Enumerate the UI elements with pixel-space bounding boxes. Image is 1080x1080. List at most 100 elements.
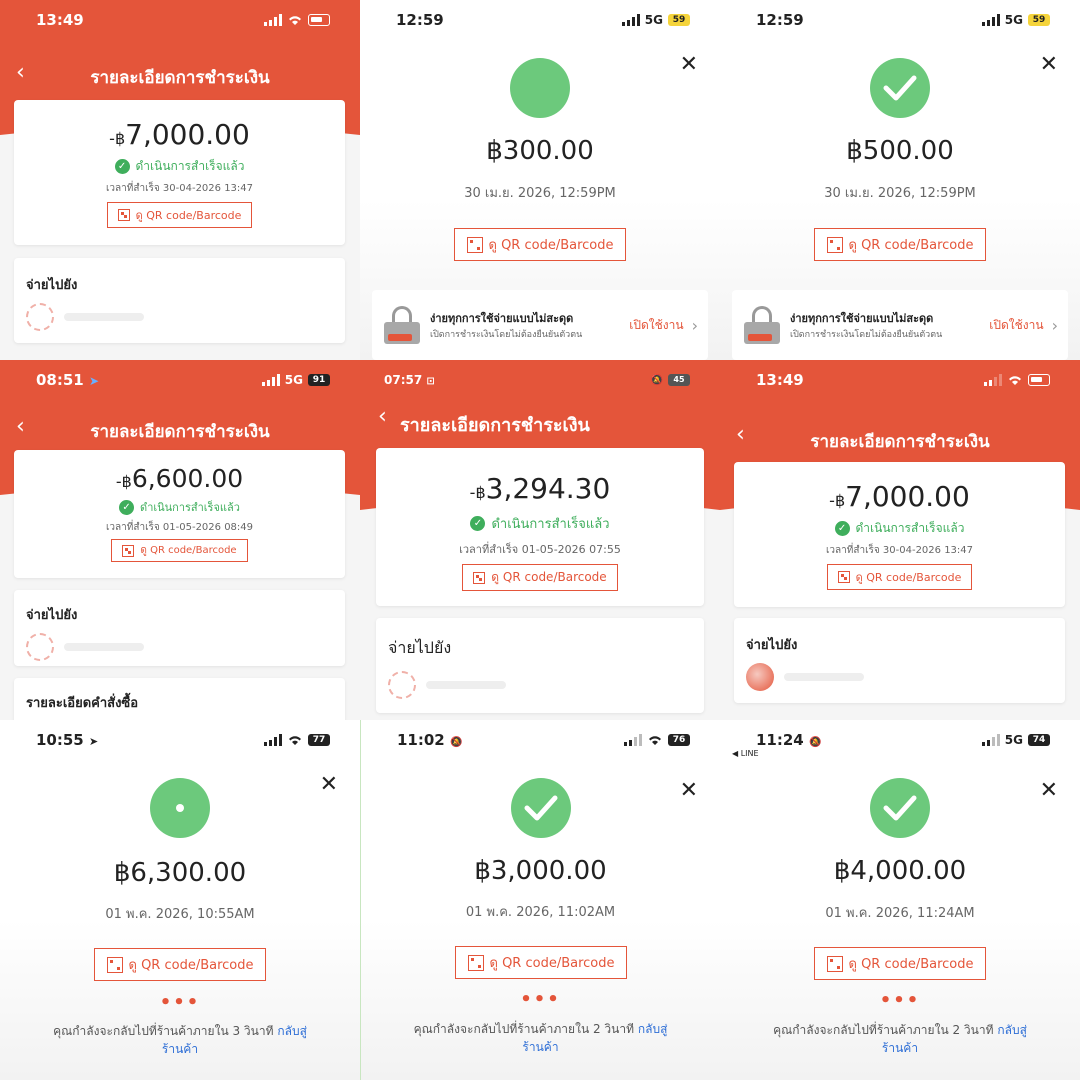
transaction-datetime: 01 พ.ค. 2026, 11:02AM: [465, 905, 616, 920]
view-qr-button[interactable]: ดู QR code/Barcode: [826, 564, 973, 590]
pay-to-card: จ่ายไปยัง: [376, 618, 704, 713]
completed-time: เวลาที่สำเร็จ 30-04-2026 13:47: [825, 545, 974, 556]
clock: 12:59: [756, 11, 804, 29]
status-bar: 08:51 ➤ 5G 91: [0, 360, 360, 400]
chevron-right-icon: ›: [1051, 315, 1058, 335]
battery-icon: 59: [668, 14, 690, 26]
close-icon[interactable]: ✕: [1040, 778, 1058, 803]
redirect-message: คุณกำลังจะกลับไปที่ร้านค้าภายใน 2 วินาที…: [773, 1023, 1027, 1055]
qr-code-icon: [826, 955, 843, 972]
amount: -฿7,000.00: [109, 118, 250, 151]
lock-icon: [382, 306, 422, 344]
back-to-line-link[interactable]: ◀ LINE: [732, 749, 759, 758]
promo-banner[interactable]: ง่ายทุกการใช้จ่ายแบบไม่สะดุด เปิดการชำระเ…: [372, 290, 708, 360]
close-icon[interactable]: ✕: [1040, 52, 1058, 77]
close-icon[interactable]: ✕: [680, 778, 698, 803]
page-title: รายละเอียดการชำระเงิน: [90, 422, 270, 442]
view-qr-button[interactable]: ดู QR code/Barcode: [106, 202, 253, 228]
success-check-icon: [870, 58, 930, 118]
order-details-label: รายละเอียดคำสั่งซื้อ: [26, 696, 139, 711]
amount-card: -฿3,294.30 ✓ ดำเนินการสำเร็จแล้ว เวลาที่ส…: [376, 448, 704, 606]
view-qr-button[interactable]: ดู QR code/Barcode: [94, 948, 266, 981]
clock: 10:55 ➤: [36, 731, 99, 749]
battery-icon: [308, 14, 330, 26]
amount: ฿6,300.00: [113, 858, 247, 888]
success-check-icon: [870, 778, 930, 838]
qr-code-icon: [826, 236, 843, 253]
success-check-icon: [510, 58, 570, 118]
screenshot-icon: ⊡: [426, 376, 435, 387]
qr-code-icon: [122, 544, 135, 557]
signal-icon: [624, 734, 642, 746]
qr-code-icon: [467, 954, 484, 971]
merchant-avatar: [26, 633, 54, 661]
pay-to-card: จ่ายไปยัง: [14, 590, 345, 666]
enable-link[interactable]: เปิดใช้งาน: [629, 316, 683, 335]
transaction-datetime: 30 เม.ย. 2026, 12:59PM: [464, 186, 616, 201]
view-qr-button[interactable]: ดู QR code/Barcode: [462, 564, 618, 591]
battery-icon: 45: [668, 374, 690, 386]
completed-time: เวลาที่สำเร็จ 01-05-2026 07:55: [459, 543, 621, 556]
view-qr-button[interactable]: ดู QR code/Barcode: [814, 228, 986, 261]
completed-time: เวลาที่สำเร็จ 30-04-2026 13:47: [105, 183, 254, 194]
success-check-icon: [150, 778, 210, 838]
clock: 11:24 🔕: [756, 731, 822, 749]
payment-detail-screen-4: 08:51 ➤ 5G 91 ‹ รายละเอียดการชำระเงิน -฿6…: [0, 360, 360, 720]
wifi-icon: [1009, 376, 1021, 385]
location-arrow-icon: ➤: [88, 374, 100, 388]
signal-icon: [261, 374, 280, 386]
view-qr-button[interactable]: ดู QR code/Barcode: [814, 947, 986, 980]
signal-icon: [621, 14, 640, 26]
close-icon[interactable]: ✕: [320, 772, 338, 797]
clock: 08:51 ➤: [36, 371, 100, 389]
pay-to-label: จ่ายไปยัง: [746, 638, 798, 653]
merchant-name-redacted: [64, 643, 144, 651]
page-title: รายละเอียดการชำระเงิน: [90, 68, 270, 88]
promo-title: ง่ายทุกการใช้จ่ายแบบไม่สะดุด: [790, 312, 934, 325]
chevron-right-icon: ›: [691, 315, 698, 335]
promo-subtitle: เปิดการชำระเงินโดยไม่ต้องยืนยันตัวตน: [790, 330, 943, 340]
payment-success-screen-9: 11:24 🔕 5G 74 ◀ LINE ✕ ฿4,000.00 01 พ.ค. …: [720, 720, 1080, 1080]
merchant-name-redacted: [426, 681, 506, 689]
promo-banner[interactable]: ง่ายทุกการใช้จ่ายแบบไม่สะดุดเปิดการชำระเ…: [732, 290, 1068, 360]
enable-link[interactable]: เปิดใช้งาน: [989, 316, 1043, 335]
amount-card: -฿6,600.00 ✓ ดำเนินการสำเร็จแล้ว เวลาที่ส…: [14, 450, 345, 578]
payment-success-screen-3: 12:59 5G 59 ✕ ฿500.00 30 เม.ย. 2026, 12:5…: [720, 0, 1080, 360]
mute-icon: 🔕: [449, 737, 463, 748]
status-row: ✓ ดำเนินการสำเร็จแล้ว: [14, 498, 345, 516]
loading-dots: •••: [520, 989, 561, 1010]
clock: 13:49: [36, 11, 84, 29]
qr-code-icon: [473, 571, 486, 584]
close-icon[interactable]: ✕: [680, 52, 698, 77]
merchant-name-redacted: [64, 313, 144, 321]
pay-to-card: จ่ายไปยัง: [734, 618, 1065, 703]
qr-code-icon: [466, 236, 483, 253]
loading-dots: •••: [159, 992, 201, 1013]
status-bar: 13:49: [720, 360, 1080, 400]
order-details-card: รายละเอียดคำสั่งซื้อ: [14, 678, 345, 720]
clock: 12:59: [396, 11, 444, 29]
signal-icon: [981, 14, 1000, 26]
status-bar: 12:59 5G 59: [720, 0, 1080, 40]
amount: ฿4,000.00: [833, 856, 967, 886]
view-qr-button[interactable]: ดู QR code/Barcode: [454, 228, 626, 261]
signal-icon: [264, 734, 282, 746]
wifi-icon: [649, 736, 661, 745]
amount: -฿3,294.30: [469, 472, 611, 505]
mute-icon: 🔕: [808, 737, 822, 748]
view-qr-button[interactable]: ดู QR code/Barcode: [111, 539, 248, 562]
view-qr-button[interactable]: ดู QR code/Barcode: [455, 946, 627, 979]
network-label: 5G: [644, 13, 663, 27]
amount: -฿6,600.00: [115, 464, 244, 493]
promo-subtitle: เปิดการชำระเงินโดยไม่ต้องยืนยันตัวตน: [430, 330, 583, 340]
payment-success-screen-8: 11:02 🔕 76 ✕ ฿3,000.00 01 พ.ค. 2026, 11:…: [360, 720, 720, 1080]
pay-to-label: จ่ายไปยัง: [388, 638, 452, 657]
back-icon[interactable]: ‹: [378, 404, 387, 429]
status-row: ✓ ดำเนินการสำเร็จแล้ว: [14, 157, 345, 176]
qr-code-icon: [117, 209, 130, 221]
pay-to-label: จ่ายไปยัง: [26, 278, 78, 293]
clock: 11:02 🔕: [397, 731, 463, 749]
transaction-datetime: 30 เม.ย. 2026, 12:59PM: [824, 186, 976, 201]
merchant-avatar: [388, 671, 416, 699]
payment-success-screen-2: 12:59 5G 59 ✕ ฿300.00 30 เม.ย. 2026, 12:5…: [360, 0, 720, 360]
